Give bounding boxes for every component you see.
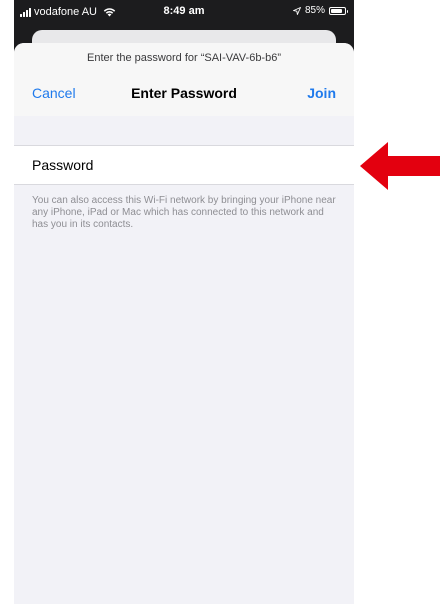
red-arrow-left-icon bbox=[360, 142, 440, 190]
password-row[interactable]: Password bbox=[14, 145, 354, 185]
sheet-header: Enter the password for “SAI-VAV-6b-b6” C… bbox=[14, 43, 354, 116]
phone-screen: vodafone AU 8:49 am 85% Enter the passwo… bbox=[14, 0, 354, 604]
password-field[interactable] bbox=[124, 152, 343, 180]
sheet-title: Enter Password bbox=[131, 85, 237, 101]
battery-icon bbox=[329, 6, 348, 15]
status-bar: vodafone AU 8:49 am 85% bbox=[14, 0, 354, 26]
password-prompt: Enter the password for “SAI-VAV-6b-b6” bbox=[86, 52, 281, 64]
battery-percent: 85% bbox=[304, 5, 325, 16]
join-button[interactable]: Join bbox=[307, 85, 336, 101]
battery-fill bbox=[331, 8, 343, 13]
help-text: You can also access this Wi-Fi network b… bbox=[32, 195, 336, 230]
password-sheet: Enter the password for “SAI-VAV-6b-b6” C… bbox=[14, 43, 354, 604]
location-arrow-icon bbox=[293, 6, 301, 15]
status-right: 85% bbox=[293, 5, 348, 16]
password-label: Password bbox=[32, 157, 94, 173]
